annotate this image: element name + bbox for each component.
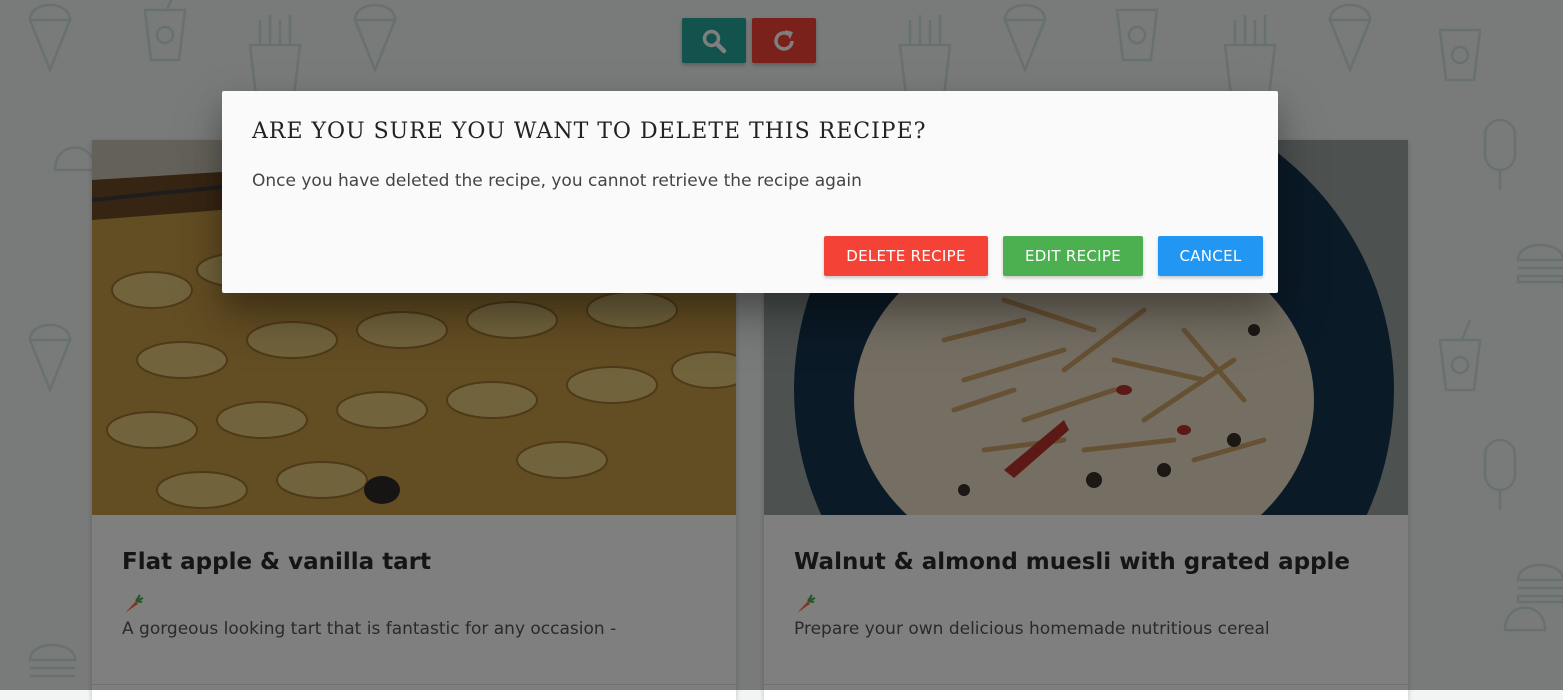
modal-message: Once you have deleted the recipe, you ca… (252, 171, 862, 191)
modal-actions: DELETE RECIPE EDIT RECIPE CANCEL (824, 236, 1263, 276)
delete-confirm-modal: ARE YOU SURE YOU WANT TO DELETE THIS REC… (222, 91, 1278, 293)
modal-title: ARE YOU SURE YOU WANT TO DELETE THIS REC… (252, 119, 927, 144)
edit-recipe-button[interactable]: EDIT RECIPE (1003, 236, 1143, 276)
cancel-button[interactable]: CANCEL (1158, 236, 1263, 276)
delete-recipe-button[interactable]: DELETE RECIPE (824, 236, 988, 276)
